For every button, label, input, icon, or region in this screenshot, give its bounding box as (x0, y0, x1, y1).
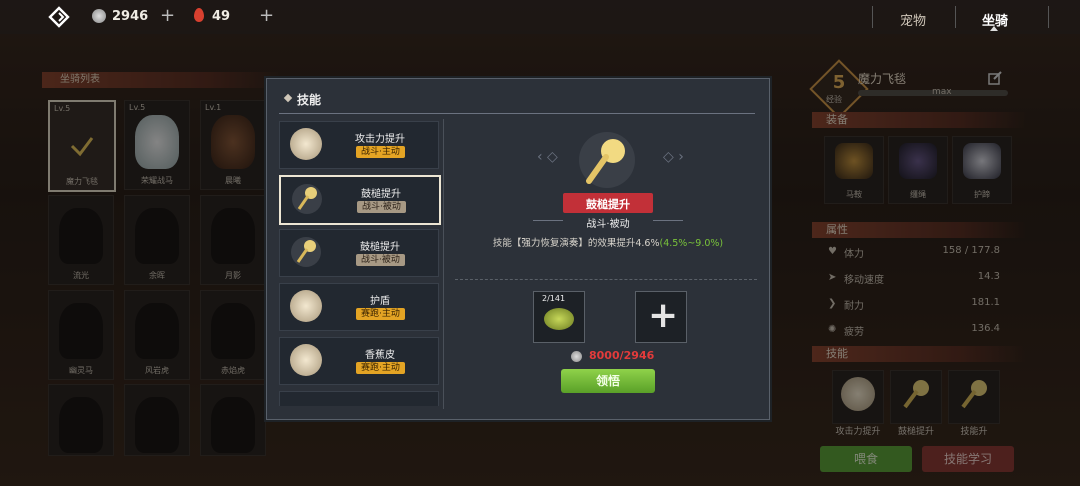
skill-tag: 战斗·被动 (356, 254, 405, 266)
add-gems-button[interactable]: + (259, 5, 274, 26)
gem-count: 49 (212, 9, 231, 24)
gem-icon (194, 8, 204, 22)
comprehend-button[interactable]: 领悟 (561, 369, 655, 393)
banana-peel-icon (290, 344, 322, 376)
coin-icon (92, 9, 106, 23)
add-material-slot[interactable]: + (635, 291, 687, 343)
diamond-icon (283, 93, 293, 103)
skill-list-item[interactable]: 鼓槌提升 战斗·被动 (279, 229, 439, 277)
top-bar: 2946 + 49 + 宠物 坐骑 (0, 0, 1080, 34)
detail-dashed-divider (455, 279, 757, 280)
skills-modal: 技能 攻击力提升 战斗·主动 鼓槌提升 战斗·被动 鼓槌提升 战斗·被动 护盾 … (266, 78, 770, 420)
skill-name: 护盾 (370, 296, 390, 307)
skill-desc-text: 技能【强力恢复演奏】的效果提升4.6% (492, 238, 660, 249)
skill-list-item[interactable]: 攻击力提升 战斗·主动 (279, 121, 439, 169)
tab-active-indicator (990, 26, 998, 31)
skill-detail-type: 战斗·被动 (563, 215, 653, 230)
decor-left-icon: ‹ ◇ (537, 149, 558, 165)
skill-list-partial-item[interactable] (279, 391, 439, 406)
olive-material-icon (544, 308, 574, 330)
skill-name: 香蕉皮 (365, 350, 395, 361)
skill-name: 鼓槌提升 (361, 189, 401, 200)
skill-name: 鼓槌提升 (360, 242, 400, 253)
skill-desc-range: (4.5%~9.0%) (659, 238, 724, 249)
skill-detail-description: 技能【强力恢复演奏】的效果提升4.6%(4.5%~9.0%) (453, 235, 763, 249)
decor-right-icon: ◇ › (663, 149, 684, 165)
tab-pets[interactable]: 宠物 (900, 10, 926, 29)
tab-divider (955, 6, 956, 28)
modal-title: 技能 (297, 93, 322, 107)
coin-icon (571, 351, 582, 362)
material-slot[interactable]: 2/141 (533, 291, 585, 343)
back-icon[interactable] (48, 6, 70, 28)
skill-name: 攻击力提升 (355, 134, 405, 145)
attack-up-icon (290, 128, 322, 160)
skill-tag: 战斗·主动 (356, 146, 405, 158)
shield-icon (290, 290, 322, 322)
coin-count: 2946 (112, 9, 149, 24)
drumstick-icon (290, 236, 322, 268)
modal-title-divider (279, 113, 755, 114)
skill-tag: 赛跑·主动 (356, 308, 405, 320)
skill-detail-icon (575, 131, 639, 189)
skill-tag: 战斗·被动 (357, 201, 406, 213)
skill-list-item-selected[interactable]: 鼓槌提升 战斗·被动 (279, 175, 441, 225)
learn-cost: 8000/2946 (589, 349, 655, 362)
skill-tag: 赛跑·主动 (356, 362, 405, 374)
drumstick-icon (291, 183, 323, 215)
skill-detail-name: 鼓槌提升 (586, 198, 630, 211)
skill-list-item[interactable]: 香蕉皮 赛跑·主动 (279, 337, 439, 385)
plus-icon: + (648, 295, 679, 336)
panel-divider (443, 119, 444, 409)
add-coins-button[interactable]: + (160, 5, 175, 26)
skill-list-item[interactable]: 护盾 赛跑·主动 (279, 283, 439, 331)
material-count: 2/141 (542, 294, 566, 303)
tab-divider (872, 6, 873, 28)
tab-divider (1048, 6, 1049, 28)
